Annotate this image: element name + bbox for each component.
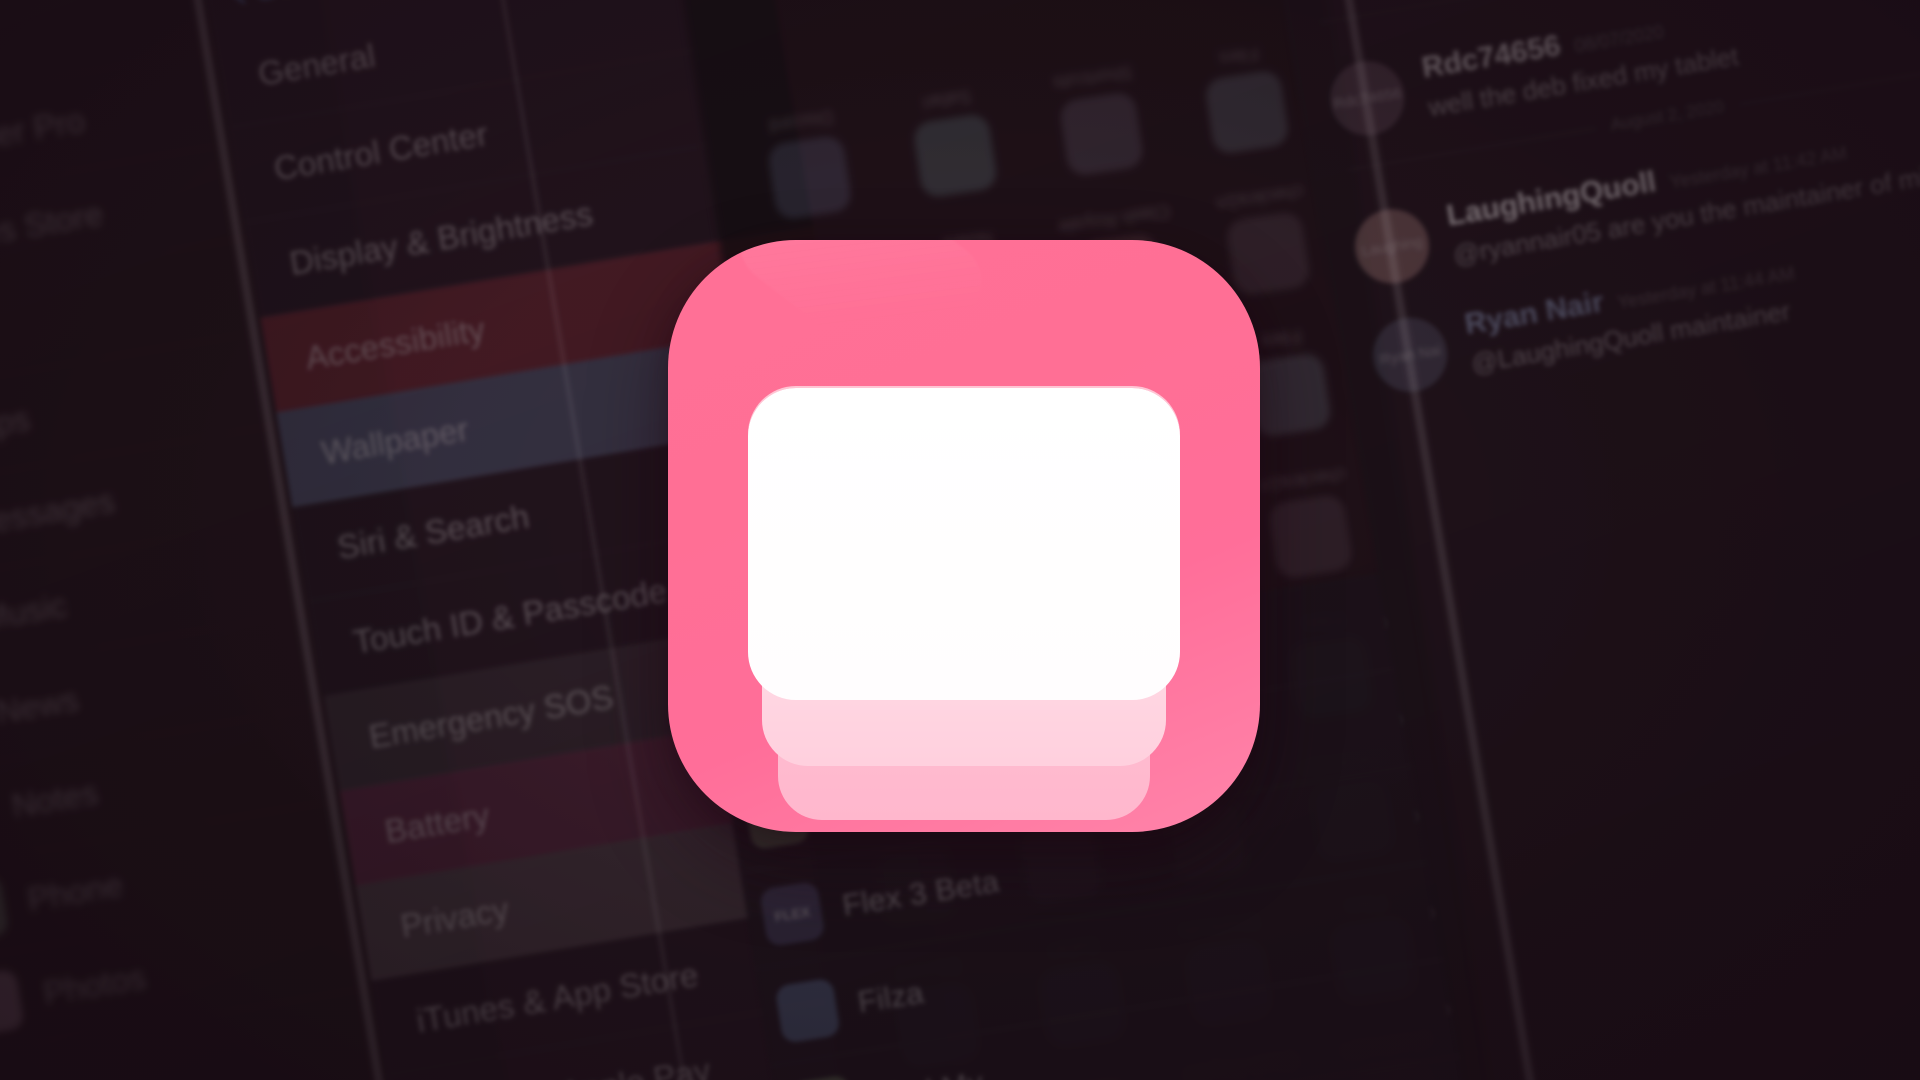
phone-icon: [0, 874, 10, 944]
settings-row-label: Accessibility: [302, 309, 488, 377]
home-screen-app-label: checkra1n: [1214, 179, 1305, 214]
list-item-label: Messages: [0, 481, 118, 544]
list-item-label: iCleaner Pro: [0, 101, 88, 169]
stacked-cards-app-icon[interactable]: [668, 240, 1260, 832]
app-icon-showcase: [668, 240, 1260, 832]
home-screen-app-label: Files: [1217, 41, 1261, 69]
list-item-label: Maps: [0, 399, 33, 450]
settings-row-label: Battery: [382, 795, 492, 850]
home-screen-app[interactable]: Safari: [881, 78, 1025, 203]
discord-icon: [766, 134, 853, 221]
card-stack: [748, 240, 1180, 832]
settings-row-label: iTunes & App Store: [413, 955, 701, 1039]
message-timestamp: 08/07/2020: [1573, 21, 1666, 57]
home-screen-app-label: checkra1n: [1257, 462, 1348, 497]
settings-row-label: Emergency SOS: [366, 677, 616, 755]
chevron-left-icon: ‹: [229, 0, 249, 16]
background-stage: HealthHomeiCleaner ProiTunes StoreMailMa…: [0, 0, 1920, 1080]
settings-row-label: General: [255, 36, 378, 93]
find-my-icon: [789, 1073, 857, 1080]
flex-icon: FLEX: [759, 880, 826, 947]
home-screen-app-label: Shortcuts: [1051, 60, 1135, 94]
checkrain-icon: [1267, 493, 1354, 580]
home-screen-app-label: Clash Royale: [1056, 199, 1172, 238]
home-screen-app-label: Files: [1259, 324, 1303, 352]
home-screen-app[interactable]: Discord: [735, 100, 879, 225]
files-icon: [1204, 68, 1291, 156]
list-item-label: News: [0, 680, 82, 731]
list-item-label: Photos: [40, 958, 149, 1012]
card-front: [748, 388, 1180, 700]
shortcuts-icon: [1058, 90, 1145, 178]
settings-row-label: Wallpaper: [318, 409, 471, 471]
settings-row-label: Siri & Search: [334, 497, 532, 566]
filza-icon: [774, 977, 841, 1044]
safari-icon: [912, 112, 999, 199]
list-item-label: Notes: [9, 773, 101, 825]
home-screen-app-label: Safari: [920, 84, 974, 113]
list-item-label: Phone: [24, 865, 126, 919]
app-list-item-label: Find My: [870, 1064, 985, 1080]
photos-icon: [0, 968, 25, 1038]
home-screen-app[interactable]: Shortcuts: [1027, 56, 1171, 181]
list-item-label: Music: [0, 586, 70, 638]
list-item-label: iTunes Store: [0, 194, 106, 263]
app-list-item-label: Filza: [855, 974, 926, 1020]
settings-row-label: Control Center: [271, 114, 491, 187]
app-list-item-label: Flex 3 Beta: [839, 863, 1002, 923]
settings-row-label: Privacy: [397, 889, 512, 945]
home-screen-app-label: Discord: [767, 105, 835, 136]
